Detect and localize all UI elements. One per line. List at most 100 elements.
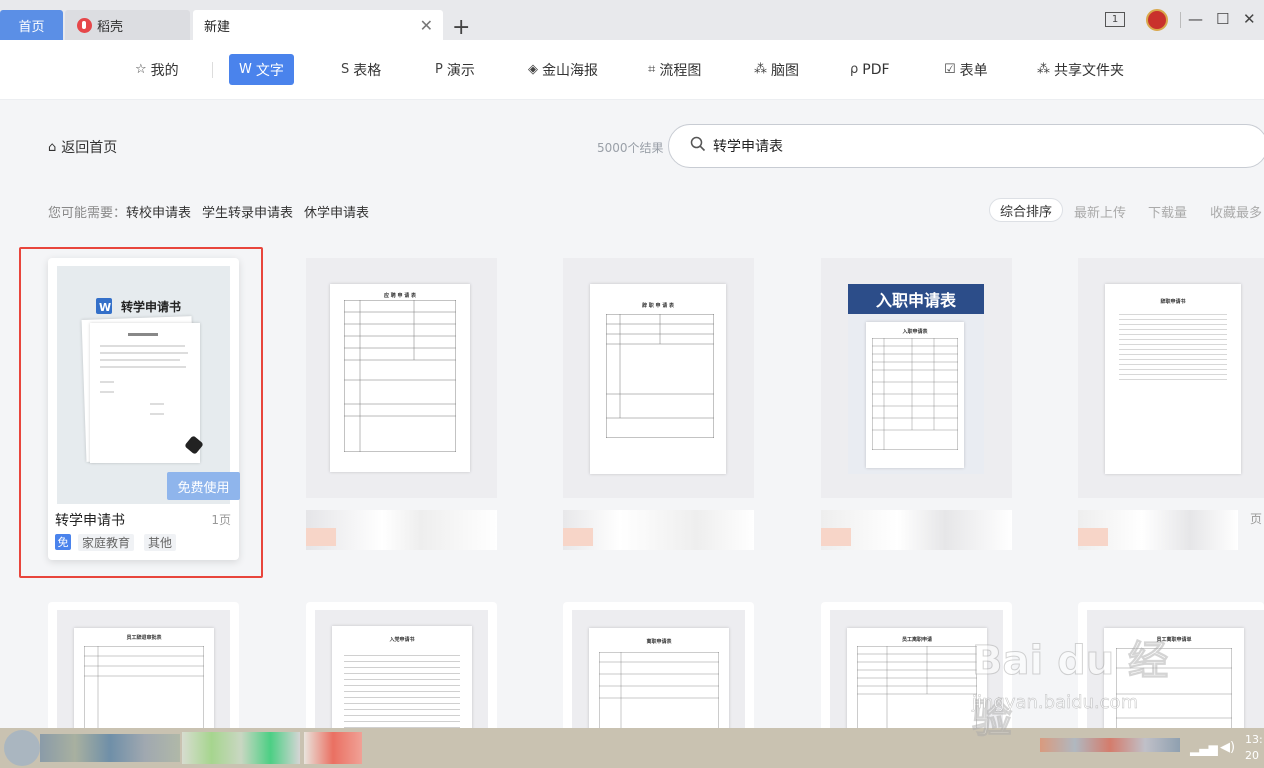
category-shared-folder[interactable]: ⁂ 共享文件夹	[1027, 54, 1134, 85]
poster-icon: ◈	[528, 62, 538, 77]
suggestion-link[interactable]: 休学申请表	[304, 202, 369, 221]
card-page-count: 1页	[211, 513, 231, 527]
category-presentation[interactable]: P 演示	[425, 54, 485, 85]
template-card[interactable]: 应 聘 申 请 表	[306, 258, 497, 560]
search-icon[interactable]	[690, 136, 706, 152]
thumb-title: 离职申请表	[646, 639, 672, 645]
avatar[interactable]	[1146, 9, 1168, 31]
close-tab-icon[interactable]: ✕	[420, 16, 433, 35]
template-thumbnail[interactable]: W 转学申请书 免费使用	[57, 266, 240, 504]
text-lines	[344, 650, 460, 730]
clock-date: 20	[1245, 749, 1259, 762]
category-label: 表格	[353, 62, 382, 79]
watermark-url: jingyan.baidu.com	[972, 692, 1139, 714]
category-mine[interactable]: ☆ 我的	[125, 54, 189, 85]
card-tag[interactable]: 家庭教育	[78, 534, 135, 551]
template-thumbnail[interactable]: 辞职申请书	[1078, 258, 1264, 498]
category-label: PDF	[862, 61, 890, 78]
volume-icon[interactable]: ◀)	[1220, 740, 1235, 755]
suggestion-bar: 您可能需要： 转校申请表 学生转录申请表 休学申请表	[48, 202, 380, 221]
taskbar-app[interactable]	[182, 732, 300, 764]
paper-preview: 应 聘 申 请 表	[330, 284, 470, 472]
close-window-icon[interactable]: ✕	[1243, 10, 1256, 28]
tab-daoke[interactable]: 稻壳	[65, 10, 190, 40]
template-card[interactable]: 入职申请表 入职申请表	[821, 258, 1012, 560]
thumb-title: 入党申请书	[389, 637, 415, 643]
template-card[interactable]: W 转学申请书 免费使用 转学申请书 1页 免 家庭教育 其他	[48, 258, 240, 560]
template-card[interactable]: 离职申请表	[563, 602, 754, 748]
template-thumbnail[interactable]: 员工辞退审批表	[57, 610, 230, 748]
thumb-title: 应 聘 申 请 表	[384, 293, 416, 299]
category-mindmap[interactable]: ⁂ 脑图	[744, 54, 809, 85]
paper-preview	[90, 323, 200, 463]
result-count: 5000个结果	[597, 141, 664, 155]
daoke-logo-icon	[77, 17, 92, 33]
blurred-badge	[563, 528, 593, 546]
paper-preview: 辞 职 申 请 表	[590, 284, 726, 474]
template-thumbnail[interactable]: 入职申请表 入职申请表	[821, 258, 1012, 498]
suggestion-link[interactable]: 转校申请表	[126, 202, 191, 221]
add-tab-icon[interactable]: +	[452, 12, 470, 42]
system-clock[interactable]: 13: 20	[1245, 732, 1263, 764]
thumb-title: 员工辞退审批表	[126, 635, 162, 641]
minimize-icon[interactable]: —	[1188, 10, 1203, 28]
title-bar: 首页 稻壳 新建 ✕ + 1 — ☐ ✕	[0, 0, 1264, 40]
card-title[interactable]: 转学申请书	[55, 510, 125, 530]
thumb-banner: 入职申请表	[848, 284, 984, 314]
back-home-label: 返回首页	[61, 140, 118, 156]
maximize-icon[interactable]: ☐	[1216, 10, 1229, 28]
blurred-badge	[821, 528, 851, 546]
sort-newest[interactable]: 最新上传	[1074, 202, 1126, 221]
taskbar-app[interactable]	[304, 732, 362, 764]
network-icon[interactable]: ▂▄▆	[1190, 742, 1218, 756]
start-button[interactable]	[4, 730, 40, 766]
thumb-title: 辞 职 申 请 表	[642, 303, 674, 309]
category-poster[interactable]: ◈ 金山海报	[518, 54, 608, 85]
presentation-icon: P	[435, 62, 443, 77]
sort-favorites[interactable]: 收藏最多	[1210, 202, 1262, 221]
category-form[interactable]: ☑ 表单	[934, 54, 998, 85]
reader-mode-icon[interactable]: 1	[1105, 12, 1125, 27]
tab-new[interactable]: 新建 ✕	[193, 10, 443, 40]
suggestion-link[interactable]: 学生转录申请表	[202, 202, 293, 221]
search-input[interactable]	[713, 134, 1233, 158]
category-pdf[interactable]: ρ PDF	[840, 54, 900, 85]
template-card[interactable]: 辞 职 申 请 表	[563, 258, 754, 560]
free-use-button[interactable]: 免费使用	[167, 472, 240, 500]
template-thumbnail[interactable]: 离职申请表	[572, 610, 745, 748]
card-tag[interactable]: 其他	[144, 534, 177, 551]
clock-time: 13:	[1245, 733, 1263, 746]
sort-downloads[interactable]: 下载量	[1148, 202, 1187, 221]
shared-folder-icon: ⁂	[1037, 62, 1050, 77]
category-flowchart[interactable]: ⌗ 流程图	[638, 54, 711, 85]
blurred-badge	[306, 528, 336, 546]
taskbar-pinned-apps[interactable]	[40, 734, 180, 762]
template-thumbnail[interactable]: 应 聘 申 请 表	[306, 258, 497, 498]
category-writer[interactable]: W 文字	[229, 54, 294, 85]
tab-home[interactable]: 首页	[0, 10, 63, 40]
sheet-icon: S	[341, 62, 350, 77]
baidu-watermark: Bai du 经验 jingyan.baidu.com	[972, 628, 1202, 743]
template-thumbnail[interactable]: 辞 职 申 请 表	[563, 258, 754, 498]
word-icon: W	[239, 62, 252, 77]
sort-comprehensive[interactable]: 综合排序	[989, 198, 1064, 222]
back-home-link[interactable]: ⌂ 返回首页	[48, 137, 117, 157]
category-label: 金山海报	[542, 62, 598, 79]
thumb-title: 辞职申请书	[1160, 299, 1186, 305]
template-card[interactable]: 员工辞退审批表	[48, 602, 239, 748]
form-grid-icon	[872, 338, 958, 450]
category-spreadsheet[interactable]: S 表格	[331, 54, 391, 85]
form-icon: ☑	[944, 62, 956, 77]
category-label: 文字	[255, 62, 284, 79]
word-doc-icon: W	[96, 298, 112, 314]
template-card[interactable]: 入党申请书	[306, 602, 497, 746]
category-label: 共享文件夹	[1054, 62, 1124, 79]
template-thumbnail[interactable]: 入党申请书	[315, 610, 488, 746]
template-card[interactable]: 辞职申请书 页	[1078, 258, 1264, 560]
free-badge: 免	[55, 534, 71, 550]
paper-preview: 入职申请表	[866, 322, 964, 468]
flowchart-icon: ⌗	[648, 62, 656, 77]
card-page-count: 页	[1250, 512, 1263, 526]
thumb-title: 入职申请表	[902, 329, 928, 335]
tab-new-label: 新建	[204, 19, 231, 35]
